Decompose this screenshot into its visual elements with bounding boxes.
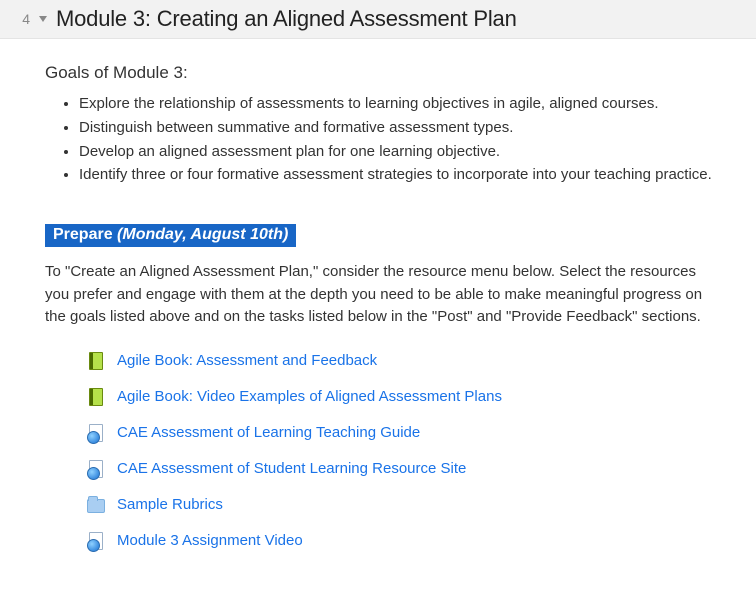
folder-icon <box>87 495 105 515</box>
web-document-icon <box>87 423 105 443</box>
prepare-description: To "Create an Aligned Assessment Plan," … <box>45 261 716 329</box>
goals-heading: Goals of Module 3: <box>45 63 716 83</box>
resource-item: CAE Assessment of Student Learning Resou… <box>87 459 716 479</box>
module-header: 4 Module 3: Creating an Aligned Assessme… <box>0 0 756 39</box>
resource-item: Agile Book: Video Examples of Aligned As… <box>87 387 716 407</box>
goals-item: Develop an aligned assessment plan for o… <box>79 141 716 163</box>
resource-item: Agile Book: Assessment and Feedback <box>87 351 716 371</box>
resource-item: CAE Assessment of Learning Teaching Guid… <box>87 423 716 443</box>
resource-link[interactable]: Agile Book: Assessment and Feedback <box>117 352 377 369</box>
goals-item: Distinguish between summative and format… <box>79 117 716 139</box>
goals-list: Explore the relationship of assessments … <box>79 93 716 186</box>
resource-link[interactable]: Agile Book: Video Examples of Aligned As… <box>117 388 502 405</box>
resource-list: Agile Book: Assessment and Feedback Agile… <box>87 351 716 551</box>
module-number: 4 <box>0 11 30 27</box>
module-title: Module 3: Creating an Aligned Assessment… <box>56 6 517 32</box>
prepare-heading: Prepare (Monday, August 10th) <box>45 224 296 247</box>
disclosure-triangle-icon[interactable] <box>36 12 50 26</box>
prepare-label: Prepare <box>53 226 113 243</box>
web-document-icon <box>87 459 105 479</box>
resource-item: Sample Rubrics <box>87 495 716 515</box>
goals-item: Identify three or four formative assessm… <box>79 164 716 186</box>
book-icon <box>87 351 105 371</box>
prepare-date: (Monday, August 10th) <box>113 226 289 243</box>
book-icon <box>87 387 105 407</box>
web-document-icon <box>87 531 105 551</box>
module-content: Goals of Module 3: Explore the relations… <box>0 39 756 551</box>
goals-item: Explore the relationship of assessments … <box>79 93 716 115</box>
prepare-section: Prepare (Monday, August 10th) To "Create… <box>45 224 716 551</box>
resource-link[interactable]: CAE Assessment of Learning Teaching Guid… <box>117 424 420 441</box>
resource-link[interactable]: Module 3 Assignment Video <box>117 532 303 549</box>
resource-link[interactable]: CAE Assessment of Student Learning Resou… <box>117 460 466 477</box>
resource-item: Module 3 Assignment Video <box>87 531 716 551</box>
resource-link[interactable]: Sample Rubrics <box>117 496 223 513</box>
